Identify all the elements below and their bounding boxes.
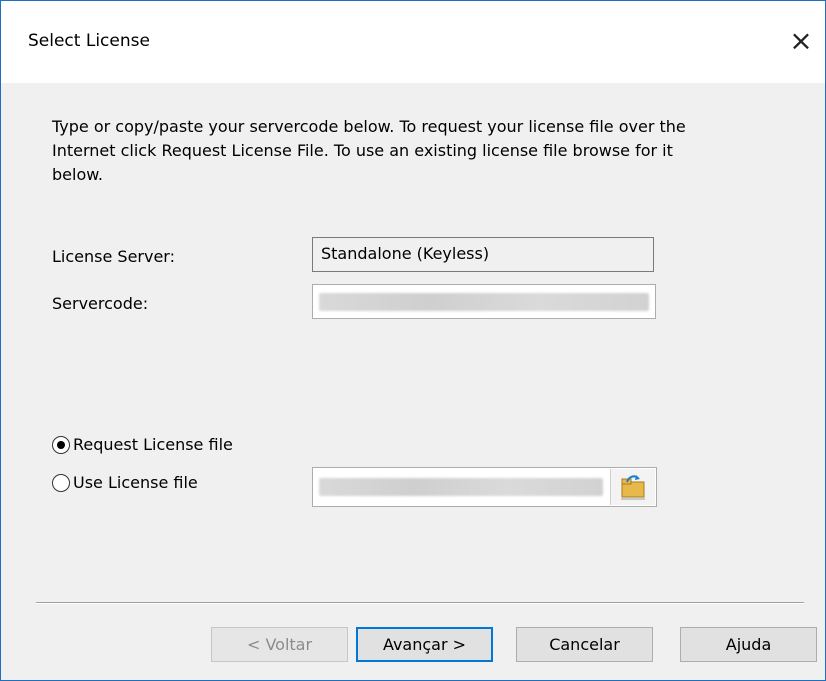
use-license-radio[interactable]: Use License file: [52, 473, 198, 492]
license-file-path-redacted: [319, 478, 603, 496]
title-bar: Select License ×: [1, 1, 825, 83]
back-button[interactable]: < Voltar: [211, 627, 348, 662]
close-icon[interactable]: ×: [781, 21, 821, 61]
request-license-label: Request License file: [73, 435, 233, 454]
button-separator: [36, 602, 804, 604]
help-button[interactable]: Ajuda: [680, 627, 817, 662]
folder-browse-icon: [621, 475, 645, 500]
license-server-value: Standalone (Keyless): [321, 244, 490, 263]
license-file-path-input[interactable]: [312, 467, 657, 507]
radio-unchecked-icon: [52, 473, 70, 492]
select-license-dialog: Select License × Type or copy/paste your…: [0, 0, 826, 681]
license-server-field: Standalone (Keyless): [312, 237, 654, 272]
next-button[interactable]: Avançar >: [356, 627, 493, 662]
cancel-button[interactable]: Cancelar: [516, 627, 653, 662]
browse-button[interactable]: [610, 469, 655, 505]
instructions-text: Type or copy/paste your servercode below…: [52, 117, 686, 184]
servercode-label: Servercode:: [52, 294, 149, 313]
radio-checked-icon: [52, 435, 70, 454]
use-license-label: Use License file: [73, 473, 198, 492]
request-license-radio[interactable]: Request License file: [52, 435, 233, 454]
servercode-redacted: [319, 293, 649, 311]
license-server-label: License Server:: [52, 247, 175, 266]
servercode-input[interactable]: [312, 284, 656, 319]
dialog-title: Select License: [28, 31, 150, 51]
